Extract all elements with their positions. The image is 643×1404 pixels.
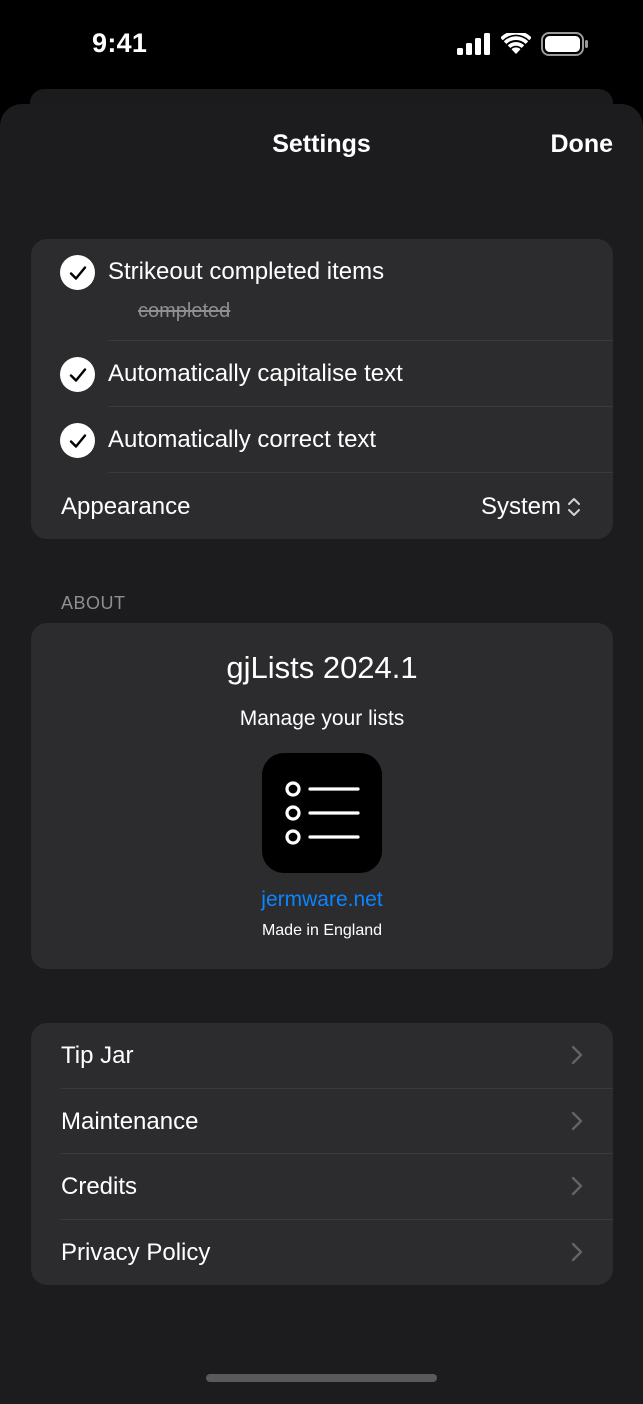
privacy-policy-label: Privacy Policy (61, 1238, 211, 1266)
checkmark-icon (60, 423, 95, 458)
strikeout-sample: completed (138, 300, 231, 322)
page-title: Settings (272, 130, 371, 158)
chevron-right-icon (571, 1111, 583, 1130)
autocorrect-toggle[interactable]: Automatically correct text (31, 407, 613, 473)
wifi-icon (501, 33, 531, 54)
made-in-label: Made in England (261, 922, 383, 939)
credits-label: Credits (61, 1173, 138, 1200)
tip-jar-label: Tip Jar (61, 1042, 134, 1069)
chevron-right-icon (571, 1242, 583, 1261)
list-icon (285, 781, 360, 845)
tip-jar-row[interactable]: Tip Jar (31, 1023, 613, 1089)
maintenance-label: Maintenance (61, 1107, 199, 1135)
credits-row[interactable]: Credits (31, 1154, 613, 1220)
strikeout-label: Strikeout completed items (108, 258, 385, 285)
maintenance-row[interactable]: Maintenance (31, 1089, 613, 1154)
appearance-picker[interactable]: Appearance System (31, 473, 613, 539)
capitalise-toggle[interactable]: Automatically capitalise text (31, 341, 613, 407)
status-icons (457, 32, 589, 56)
done-button[interactable]: Done (551, 130, 614, 159)
chevron-right-icon (571, 1045, 583, 1065)
links-group: Tip Jar Maintenance Credits Privacy Poli… (31, 1023, 613, 1285)
battery-icon (541, 32, 588, 56)
chevron-right-icon (571, 1176, 583, 1196)
cellular-signal-icon (457, 33, 490, 55)
status-bar: 9:41 (0, 0, 643, 88)
checkmark-icon (60, 255, 95, 290)
appearance-label: Appearance (61, 493, 191, 520)
preferences-group: Strikeout completed items completed Auto… (31, 239, 613, 539)
app-icon (262, 753, 382, 873)
website-link[interactable]: jermware.net (31, 888, 613, 912)
home-indicator[interactable] (206, 1374, 437, 1382)
appearance-selected: System (480, 493, 561, 520)
autocorrect-label: Automatically correct text (108, 426, 377, 453)
chevron-up-down-icon (568, 498, 580, 516)
appearance-value[interactable]: System (481, 493, 581, 521)
app-name-version: gjLists 2024.1 (226, 650, 418, 685)
privacy-policy-row[interactable]: Privacy Policy (31, 1220, 613, 1286)
strikeout-toggle[interactable]: Strikeout completed items completed (31, 239, 613, 341)
checkmark-icon (60, 357, 95, 392)
app-tagline: Manage your lists (239, 707, 405, 730)
capitalise-label: Automatically capitalise text (108, 360, 403, 387)
status-time: 9:41 (92, 28, 148, 58)
about-section-header: ABOUT (61, 593, 126, 613)
